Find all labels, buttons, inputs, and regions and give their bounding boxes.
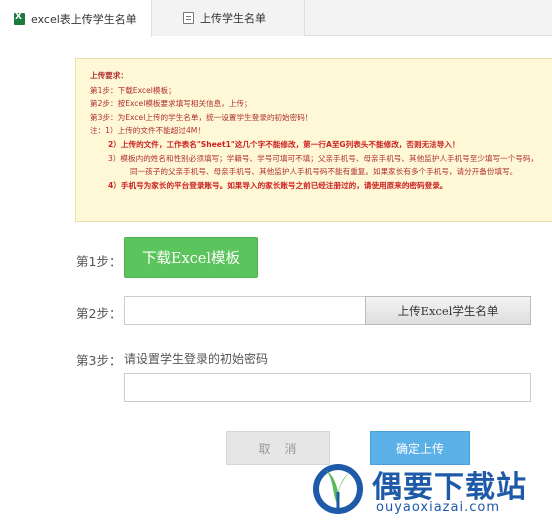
upload-requirements-notice: 上传要求： 第1步：下载Excel模板； 第2步：按Excel模板要求填写相关信…: [75, 58, 552, 222]
tab-upload-list[interactable]: 上传学生名单: [153, 0, 305, 36]
notice-line: 第3步：为Excel上传的学生名单，统一设置学生登录的初始密码！: [90, 112, 313, 122]
watermark: 偶要下载站 ouyaoxiazai.com: [310, 458, 552, 520]
excel-icon: [14, 12, 25, 25]
step1-label: 第1步：: [76, 254, 122, 269]
notice-line: 第2步：按Excel模板要求填写相关信息，上传；: [90, 99, 252, 109]
step3-label: 第3步：: [76, 353, 122, 368]
tab-upload-list-label: 上传学生名单: [200, 12, 266, 25]
notice-line: 2）上传的文件，工作表名"Sheet1"这几个字不能修改，第一行A至G列表头不能…: [108, 139, 460, 149]
notice-line: 第1步：下载Excel模板；: [90, 85, 176, 95]
site-logo-icon: [313, 464, 363, 514]
notice-line: 4）手机号为家长的平台登录账号。如果导入的家长账号之前已经注册过的，请使用原来的…: [108, 180, 448, 190]
file-path-field[interactable]: [124, 296, 365, 325]
notice-line: 同一孩子的父亲手机号、母亲手机号、其他监护人手机号码不能有重复。如果家长有多个手…: [130, 167, 518, 177]
step2-label: 第2步：: [76, 306, 122, 321]
tab-excel-upload[interactable]: excel表上传学生名单: [0, 0, 152, 37]
list-icon: [183, 12, 194, 24]
initial-password-label: 请设置学生登录的初始密码: [124, 352, 269, 366]
notice-line: 3）模板内的姓名和性别必须填写；学籍号、学号可填可不填；父亲手机号、母亲手机号、…: [108, 153, 539, 163]
tab-bar: excel表上传学生名单 上传学生名单: [0, 0, 552, 37]
notice-title: 上传要求：: [90, 71, 128, 80]
notice-line: 注：1）上传的文件不能超过4M！: [90, 126, 205, 136]
initial-password-input[interactable]: [124, 373, 531, 402]
tab-excel-upload-label: excel表上传学生名单: [31, 12, 137, 26]
watermark-domain: ouyaoxiazai.com: [376, 500, 500, 515]
upload-excel-button[interactable]: 上传Excel学生名单: [365, 296, 531, 325]
download-template-button[interactable]: 下载Excel模板: [124, 237, 258, 278]
